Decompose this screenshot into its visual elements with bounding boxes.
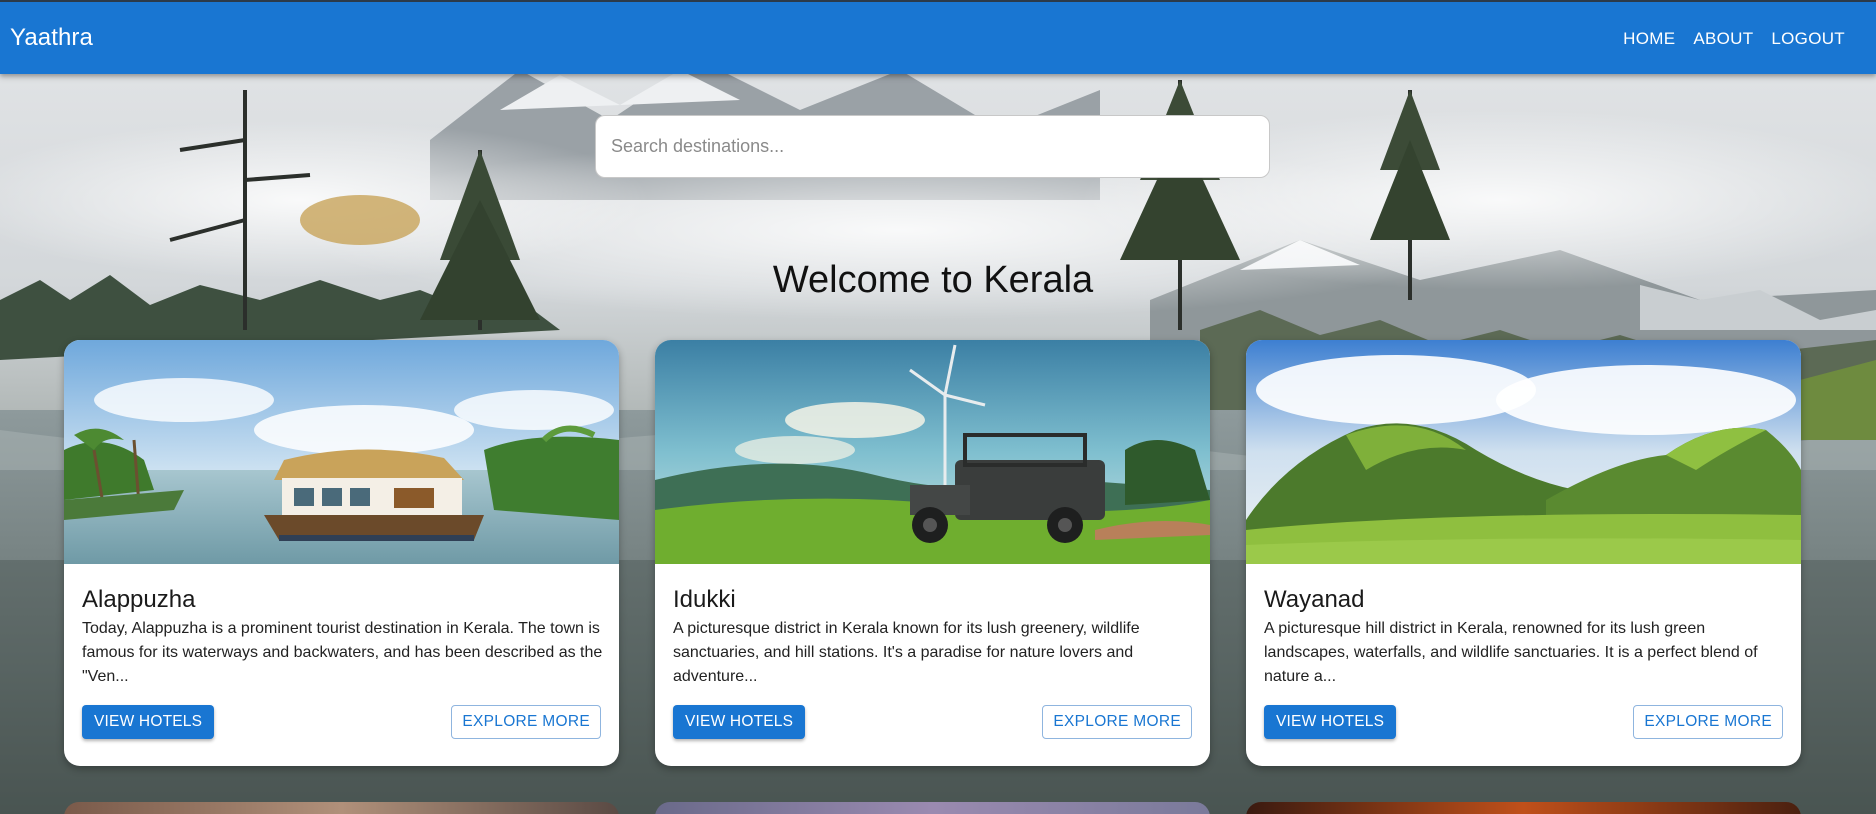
card-description: Today, Alappuzha is a prominent tourist … <box>82 620 603 685</box>
view-hotels-button[interactable]: VIEW HOTELS <box>82 705 215 739</box>
nav-logout-link[interactable]: LOGOUT <box>1771 29 1845 49</box>
destination-card-partial[interactable] <box>1246 802 1801 814</box>
destination-card-alappuzha: Alappuzha Today, Alappuzha is a prominen… <box>64 340 619 766</box>
destination-card-idukki: Idukki A picturesque district in Kerala … <box>655 340 1210 766</box>
view-hotels-button[interactable]: VIEW HOTELS <box>673 705 806 739</box>
destination-card-partial[interactable] <box>64 802 619 814</box>
destination-card-partial[interactable] <box>655 802 1210 814</box>
view-hotels-button[interactable]: VIEW HOTELS <box>1264 705 1397 739</box>
card-description: A picturesque hill district in Kerala, r… <box>1264 620 1758 685</box>
page-title: Welcome to Kerala <box>772 259 1094 301</box>
idukki-jeep-image <box>655 340 1210 564</box>
search-box <box>595 115 1270 178</box>
brand-logo-text[interactable]: Yaathra <box>10 24 93 52</box>
nav-about-link[interactable]: ABOUT <box>1693 29 1753 49</box>
alappuzha-houseboat-image <box>64 340 619 564</box>
explore-more-button[interactable]: EXPLORE MORE <box>1042 705 1192 739</box>
card-title: Alappuzha <box>82 586 196 613</box>
wayanad-hills-image <box>1246 340 1801 564</box>
top-nav: HOME ABOUT LOGOUT <box>1623 29 1845 49</box>
explore-more-button[interactable]: EXPLORE MORE <box>451 705 601 739</box>
top-app-bar: Yaathra HOME ABOUT LOGOUT <box>0 0 1876 74</box>
card-title: Wayanad <box>1264 586 1365 613</box>
explore-more-button[interactable]: EXPLORE MORE <box>1633 705 1783 739</box>
card-description: A picturesque district in Kerala known f… <box>673 620 1140 685</box>
nav-home-link[interactable]: HOME <box>1623 29 1675 49</box>
destination-card-wayanad: Wayanad A picturesque hill district in K… <box>1246 340 1801 766</box>
search-input[interactable] <box>611 126 1251 167</box>
card-title: Idukki <box>673 586 736 613</box>
